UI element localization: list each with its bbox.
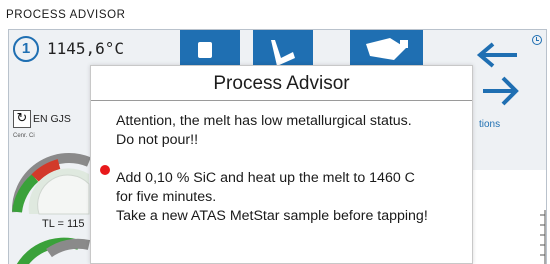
gauge-bottom [16,237,91,264]
scale-ticks [540,210,546,264]
language-label: EN GJS [33,113,71,125]
step-number: 1 [13,36,39,62]
dialog-line: Do not pour!! [116,132,199,148]
tl-label: TL = 115 [42,218,85,230]
options-label[interactable]: tions [479,119,500,130]
dialog-line: for five minutes. [116,189,217,205]
arrow-right-icon[interactable] [481,74,521,108]
app-title: PROCESS ADVISOR [6,9,126,21]
alert-dot-icon [100,165,110,175]
dialog-title: Process Advisor [91,66,472,101]
temperature-readout: 1145,6°C [47,39,125,58]
dialog-body: Attention, the melt has low metallurgica… [116,112,466,226]
arrow-left-icon[interactable] [475,42,519,68]
dialog-line: Add 0,10 % SiC and heat up the melt to 1… [116,170,415,186]
small-caption: Cenr. Ci [13,133,35,139]
clock-icon[interactable] [532,35,542,45]
refresh-button[interactable]: ↻ [13,110,31,128]
right-chart-panel [469,170,546,264]
process-advisor-dialog: Process Advisor Attention, the melt has … [90,65,473,264]
dialog-line: Take a new ATAS MetStar sample before ta… [116,208,428,224]
dialog-line: Attention, the melt has low metallurgica… [116,113,412,129]
